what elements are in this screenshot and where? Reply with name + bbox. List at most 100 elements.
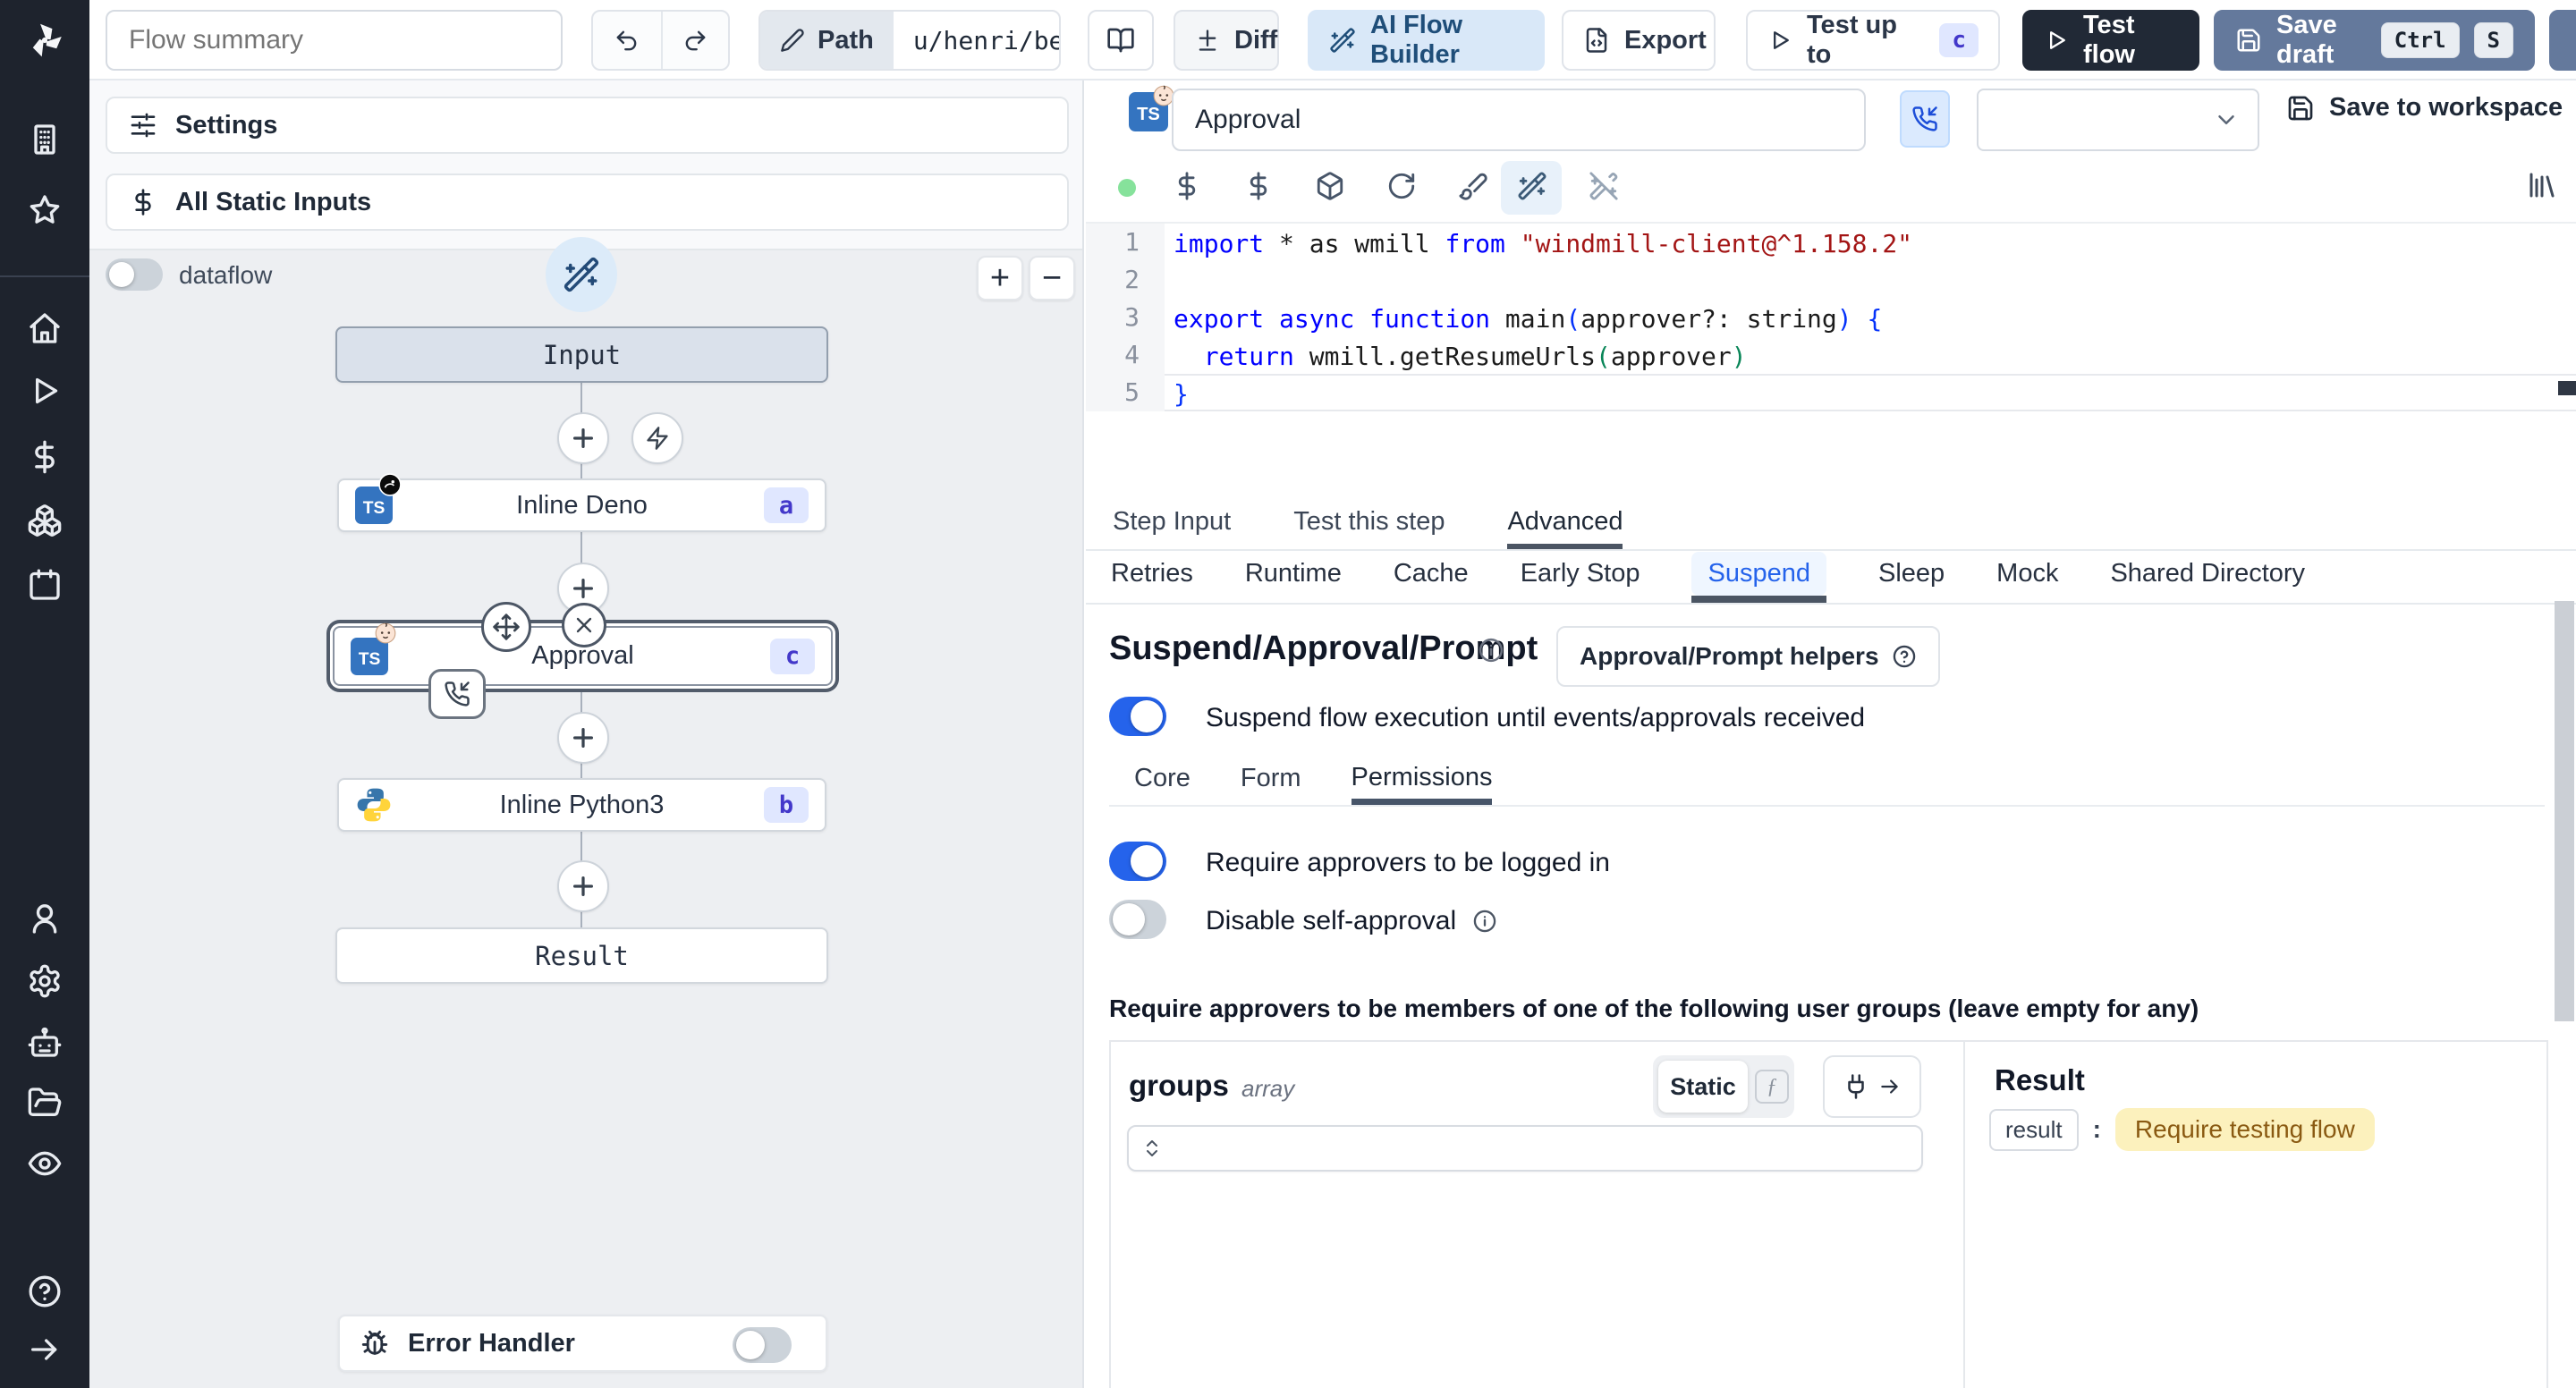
static-mode-button[interactable]: Static — [1658, 1061, 1748, 1113]
subtab-shared-directory[interactable]: Shared Directory — [2110, 551, 2305, 603]
settings-gear-icon[interactable] — [27, 963, 63, 999]
variables-icon[interactable] — [27, 439, 63, 475]
approval-prompt-helpers-button[interactable]: Approval/Prompt helpers — [1556, 626, 1940, 687]
disable-self-approval-info-icon[interactable] — [1472, 909, 1497, 934]
path-button[interactable]: Path — [760, 12, 894, 69]
flow-settings-button[interactable]: Settings — [106, 97, 1069, 154]
wand-sparkles-icon — [1329, 27, 1356, 54]
library-icon[interactable] — [2526, 169, 2558, 201]
phone-incoming-badge-icon — [444, 681, 470, 707]
panel-scrollbar-thumb[interactable] — [2555, 601, 2574, 1021]
code-line-4[interactable]: 4 return wmill.getResumeUrls(approver) — [1086, 336, 2576, 374]
expand-rail-icon[interactable] — [27, 1332, 63, 1367]
zoom-out-button[interactable]: − — [1029, 256, 1075, 300]
javascript-mode-button[interactable]: ƒ — [1755, 1070, 1789, 1104]
users-icon[interactable] — [27, 901, 63, 936]
var-dollar-icon[interactable] — [1172, 171, 1202, 201]
code-editor[interactable]: 1 import * as wmill from "windmill-client… — [1086, 222, 2576, 501]
result-value-highlight[interactable]: Require testing flow — [2114, 1108, 2375, 1151]
redo-icon[interactable] — [663, 12, 729, 69]
docs-button[interactable] — [1088, 10, 1154, 71]
home-icon[interactable] — [27, 310, 63, 346]
resource-dollar-icon[interactable] — [1243, 171, 1274, 201]
schedules-icon[interactable] — [27, 567, 63, 603]
undo-icon[interactable] — [593, 12, 663, 69]
flow-graph-canvas[interactable]: dataflow + − Input TS Inline Deno a TS A… — [89, 237, 1082, 1388]
suspend-toggle[interactable] — [1109, 697, 1166, 736]
disable-self-approval-toggle[interactable] — [1109, 900, 1166, 939]
reload-icon[interactable] — [1386, 171, 1417, 201]
workers-bot-icon[interactable] — [27, 1024, 63, 1060]
test-flow-button[interactable]: Test flow — [2022, 10, 2199, 71]
suspend-info-icon[interactable] — [1478, 637, 1504, 664]
flow-summary-input[interactable] — [106, 10, 563, 71]
subtab-runtime[interactable]: Runtime — [1245, 551, 1342, 603]
save-draft-button[interactable]: Save draft Ctrl S — [2214, 10, 2535, 71]
graph-node-input[interactable]: Input — [335, 326, 828, 383]
subtab-cache[interactable]: Cache — [1394, 551, 1469, 603]
kind-select[interactable] — [1977, 89, 2259, 151]
tab-step-input[interactable]: Step Input — [1113, 499, 1231, 549]
approval-phone-badge[interactable] — [428, 669, 486, 719]
export-button[interactable]: Export — [1562, 10, 1716, 71]
format-brush-icon[interactable] — [1458, 171, 1488, 201]
subtab-sleep[interactable]: Sleep — [1878, 551, 1945, 603]
graph-node-result[interactable]: Result — [335, 927, 828, 984]
code-line-3[interactable]: 3 export async function main(approver?: s… — [1086, 299, 2576, 336]
workspace-icon[interactable] — [27, 122, 63, 157]
ai-off-icon[interactable] — [1589, 171, 1619, 201]
add-step-button-3[interactable] — [557, 712, 609, 764]
tab-advanced[interactable]: Advanced — [1507, 499, 1623, 549]
dataflow-toggle[interactable] — [106, 258, 163, 291]
graph-node-inline-deno[interactable]: TS Inline Deno a — [337, 473, 826, 532]
code-line-1[interactable]: 1 import * as wmill from "windmill-client… — [1086, 224, 2576, 261]
plug-connect-button[interactable] — [1823, 1055, 1921, 1118]
save-to-workspace-button[interactable]: Save to workspace — [2286, 93, 2563, 123]
code-line-5[interactable]: 5} — [1086, 374, 2576, 411]
path-control[interactable]: Path u/henri/bes — [758, 10, 1061, 71]
resources-icon[interactable] — [27, 503, 63, 538]
add-step-button-4[interactable] — [557, 860, 609, 912]
runs-icon[interactable] — [27, 373, 63, 409]
zoom-in-button[interactable]: + — [977, 256, 1023, 300]
ai-graph-wand-button[interactable] — [546, 237, 617, 312]
all-static-inputs-button[interactable]: All Static Inputs — [106, 174, 1069, 231]
ai-flow-builder-button[interactable]: AI Flow Builder — [1308, 10, 1545, 71]
tab-test-this-step[interactable]: Test this step — [1293, 499, 1445, 549]
audit-eye-icon[interactable] — [27, 1146, 63, 1181]
help-icon[interactable] — [27, 1274, 63, 1309]
subtab-early-stop[interactable]: Early Stop — [1521, 551, 1640, 603]
inner-tab-form[interactable]: Form — [1241, 757, 1301, 805]
windmill-logo-icon[interactable] — [24, 20, 65, 61]
require-login-toggle[interactable] — [1109, 842, 1166, 881]
favorites-icon[interactable] — [27, 192, 63, 228]
deploy-button-partial[interactable] — [2549, 10, 2576, 71]
graph-node-inline-python3[interactable]: Inline Python3 b — [337, 778, 826, 832]
inline-python3-label: Inline Python3 — [499, 790, 665, 819]
inner-tab-permissions[interactable]: Permissions — [1351, 757, 1493, 805]
subtab-retries[interactable]: Retries — [1111, 551, 1193, 603]
move-node-button[interactable] — [481, 602, 531, 652]
error-handler-card[interactable]: Error Handler — [338, 1315, 827, 1372]
trigger-zap-button[interactable] — [631, 412, 683, 464]
add-step-button-1[interactable] — [557, 412, 609, 464]
inner-tab-core[interactable]: Core — [1134, 757, 1191, 805]
result-key-chip[interactable]: result — [1989, 1108, 2079, 1151]
package-icon[interactable] — [1315, 171, 1345, 201]
step-name-input[interactable] — [1172, 89, 1866, 151]
folders-icon[interactable] — [27, 1085, 63, 1121]
subtab-suspend[interactable]: Suspend — [1691, 551, 1826, 603]
subtab-mock[interactable]: Mock — [1996, 551, 2058, 603]
export-file-icon — [1583, 27, 1610, 54]
sliders-icon — [129, 111, 157, 140]
diff-button[interactable]: Diff — [1174, 10, 1279, 71]
ai-assistant-wand-icon[interactable] — [1517, 171, 1547, 201]
error-handler-toggle[interactable] — [733, 1327, 792, 1363]
groups-select-input[interactable] — [1127, 1125, 1923, 1172]
suspend-phone-button[interactable] — [1900, 90, 1950, 148]
test-up-to-button[interactable]: Test up to c — [1746, 10, 2000, 71]
delete-node-button[interactable] — [562, 603, 606, 647]
step-tabs: Step Input Test this step Advanced — [1086, 499, 2576, 551]
code-line-2[interactable]: 2 — [1086, 261, 2576, 299]
top-toolbar: Path u/henri/bes Diff AI Flow Builder Ex… — [89, 0, 2576, 80]
